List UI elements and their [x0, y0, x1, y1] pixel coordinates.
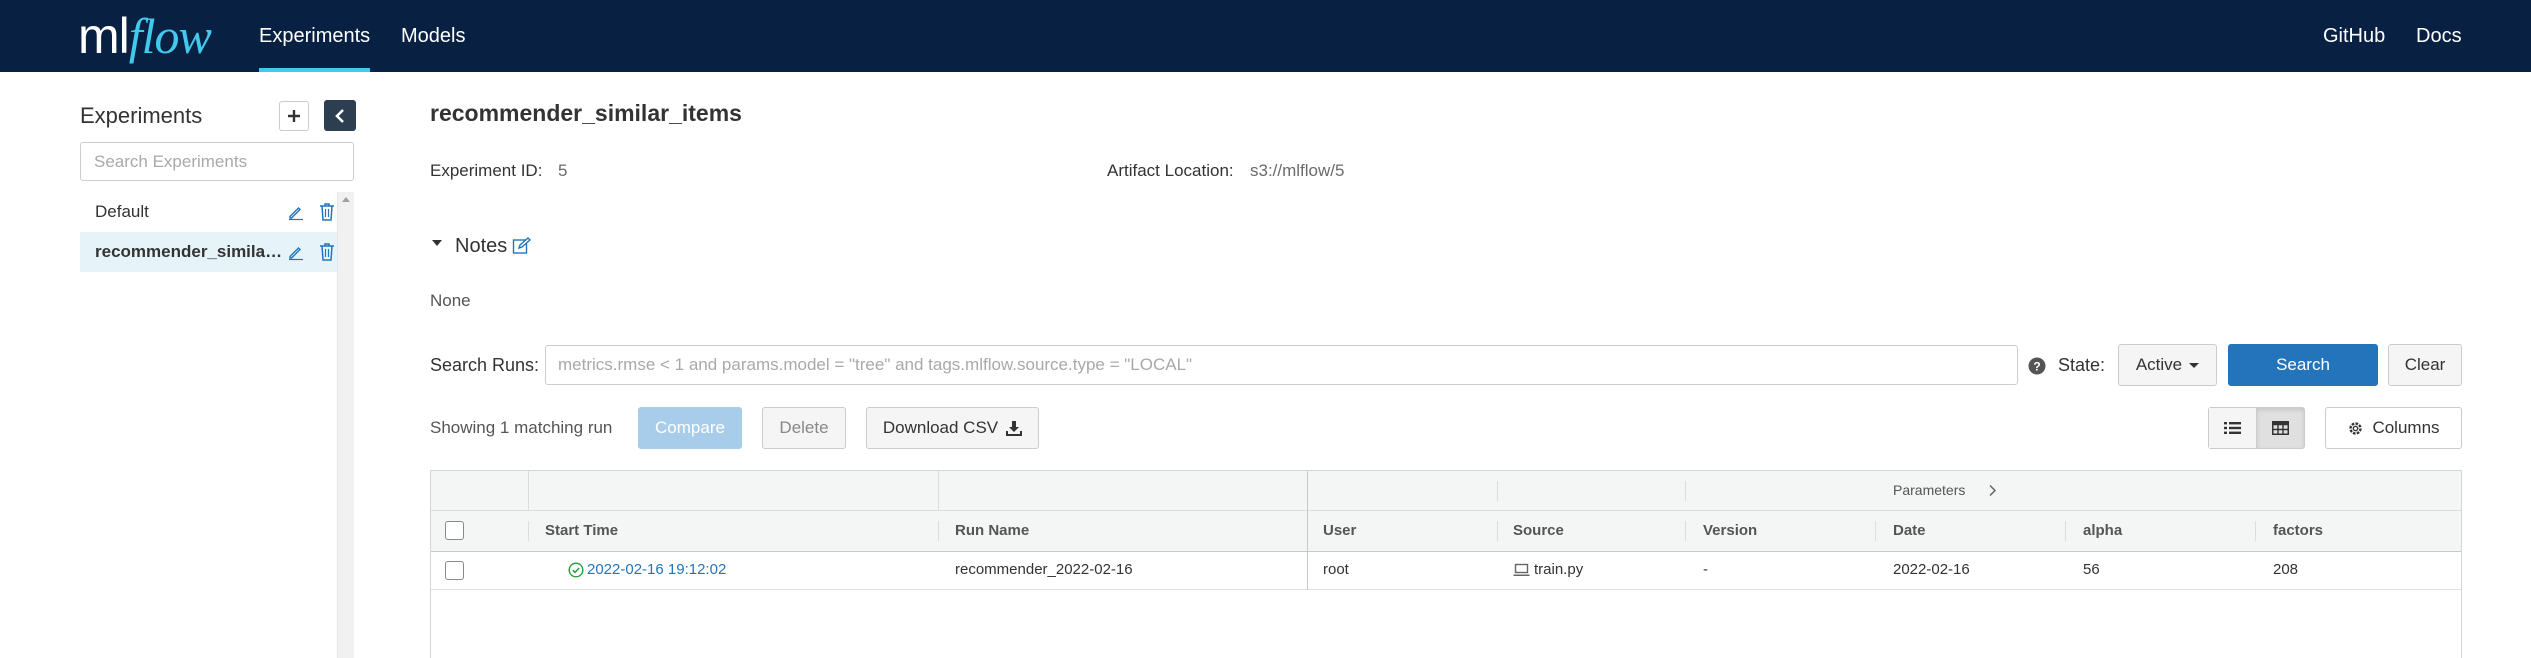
column-header-user[interactable]: User	[1323, 522, 1356, 539]
column-header-row: Start Time Run Name User Source Version …	[431, 511, 2461, 552]
caret-down-icon	[2189, 362, 2200, 368]
run-param-date-cell: 2022-02-16	[1893, 561, 1970, 578]
column-divider	[1497, 481, 1498, 501]
chevron-left-icon	[335, 108, 344, 123]
column-divider	[1307, 511, 1308, 551]
plus-icon	[288, 110, 300, 122]
nav-docs[interactable]: Docs	[2416, 0, 2462, 72]
experiment-id-label: Experiment ID:	[430, 161, 543, 180]
check-circle-icon	[568, 562, 584, 578]
column-divider	[1307, 471, 1308, 511]
column-divider	[1497, 521, 1498, 541]
columns-button[interactable]: Columns	[2325, 407, 2462, 449]
notes-title[interactable]: Notes	[455, 235, 507, 258]
logo-flow: flow	[128, 8, 212, 64]
matching-runs-count: Showing 1 matching run	[430, 418, 613, 437]
mlflow-logo[interactable]: mlflow	[78, 6, 212, 66]
sidebar-item-default[interactable]: Default	[80, 192, 338, 232]
view-toggle	[2208, 407, 2305, 449]
column-divider	[938, 521, 939, 541]
svg-text:?: ?	[2033, 360, 2040, 374]
search-runs-label: Search Runs:	[430, 355, 540, 375]
experiment-id-value: 5	[558, 161, 568, 180]
sidebar-item-label: recommender_similar_items	[95, 242, 285, 261]
question-circle-icon[interactable]: ?	[2028, 357, 2046, 375]
caret-down-icon[interactable]	[430, 236, 444, 250]
sidebar-item-recommender-similar-items[interactable]: recommender_similar_items	[80, 232, 338, 272]
column-divider	[2065, 521, 2066, 541]
column-divider	[1685, 521, 1686, 541]
column-group-header: Parameters	[431, 471, 2461, 511]
column-divider	[938, 471, 939, 511]
run-name-cell: recommender_2022-02-16	[955, 561, 1133, 578]
artifact-location-value: s3://mlflow/5	[1250, 161, 1345, 180]
experiment-list: Default recommender_similar_items	[80, 192, 338, 272]
column-divider	[528, 521, 529, 541]
table-view-button[interactable]	[2256, 408, 2304, 448]
sidebar-scrollbar[interactable]	[337, 192, 354, 658]
column-header-factors[interactable]: factors	[2273, 522, 2323, 539]
search-button[interactable]: Search	[2228, 344, 2378, 386]
run-param-factors-cell: 208	[2273, 561, 2299, 578]
chevron-right-icon[interactable]	[1987, 484, 1997, 497]
search-experiments-input[interactable]	[80, 142, 354, 181]
trash-icon[interactable]	[318, 242, 336, 262]
notes-content: None	[430, 291, 471, 310]
run-version-cell: -	[1703, 561, 1708, 578]
download-csv-label: Download CSV	[882, 418, 999, 437]
top-nav-bar: mlflow Experiments Models GitHub Docs	[0, 0, 2531, 72]
column-divider	[1875, 521, 1876, 541]
compare-button[interactable]: Compare	[638, 407, 742, 449]
list-icon	[2224, 422, 2241, 434]
logo-ml: ml	[78, 8, 130, 64]
column-divider	[1685, 481, 1686, 501]
add-experiment-button[interactable]	[279, 101, 309, 131]
nav-experiments[interactable]: Experiments	[259, 0, 371, 72]
list-view-button[interactable]	[2209, 408, 2256, 448]
search-runs-input[interactable]	[545, 345, 2018, 385]
edit-notes-icon[interactable]	[512, 237, 531, 256]
collapse-sidebar-button[interactable]	[324, 100, 356, 131]
clear-button[interactable]: Clear	[2388, 344, 2462, 386]
gear-icon	[2349, 421, 2363, 435]
laptop-icon	[1513, 563, 1530, 576]
table-row[interactable]: 2022-02-16 19:12:02 recommender_2022-02-…	[431, 552, 2461, 590]
nav-github[interactable]: GitHub	[2323, 0, 2385, 72]
column-header-start-time[interactable]: Start Time	[545, 522, 618, 539]
artifact-location-label: Artifact Location:	[1107, 161, 1234, 180]
column-divider	[528, 471, 529, 511]
run-start-time-link[interactable]: 2022-02-16 19:12:02	[587, 561, 726, 578]
columns-label: Columns	[2372, 418, 2440, 437]
delete-button[interactable]: Delete	[762, 407, 846, 449]
state-label: State:	[2058, 355, 2106, 375]
sidebar-title: Experiments	[80, 103, 203, 128]
column-header-source[interactable]: Source	[1513, 522, 1564, 539]
column-header-date[interactable]: Date	[1893, 522, 1926, 539]
edit-icon[interactable]	[287, 203, 305, 221]
column-divider	[1307, 552, 1308, 590]
column-header-version[interactable]: Version	[1703, 522, 1757, 539]
column-header-run-name[interactable]: Run Name	[955, 522, 1029, 539]
download-icon	[1006, 421, 1023, 436]
runs-table: Parameters Start Time Run Name User Sour…	[430, 470, 2462, 658]
run-user-cell: root	[1323, 561, 1349, 578]
edit-icon[interactable]	[287, 243, 305, 261]
run-source-cell[interactable]: train.py	[1534, 561, 1583, 578]
state-dropdown-value: Active	[2135, 355, 2183, 374]
state-dropdown[interactable]: Active	[2118, 344, 2217, 386]
download-csv-button[interactable]: Download CSV	[866, 407, 1039, 449]
select-all-checkbox[interactable]	[445, 521, 464, 540]
column-header-alpha[interactable]: alpha	[2083, 522, 2122, 539]
run-param-alpha-cell: 56	[2083, 561, 2100, 578]
nav-models[interactable]: Models	[401, 0, 465, 72]
sidebar-item-label: Default	[95, 202, 149, 221]
experiment-title: recommender_similar_items	[430, 100, 742, 126]
row-checkbox[interactable]	[445, 561, 464, 580]
trash-icon[interactable]	[318, 202, 336, 222]
parameters-group-label[interactable]: Parameters	[1893, 482, 1965, 498]
table-icon	[2272, 421, 2289, 435]
column-divider	[2255, 521, 2256, 541]
scroll-up-arrow-icon[interactable]	[342, 197, 350, 202]
